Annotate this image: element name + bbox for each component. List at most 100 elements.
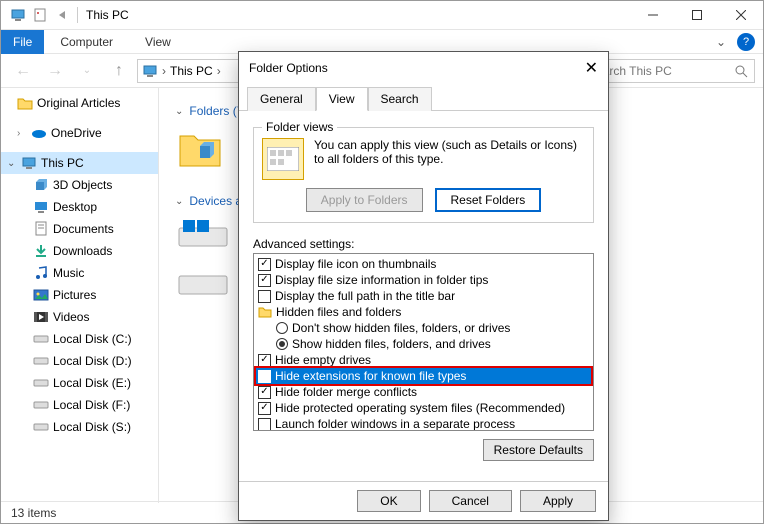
adv-hidden-files-folder[interactable]: Hidden files and folders [256, 304, 591, 320]
back-button[interactable]: ← [9, 58, 37, 84]
help-icon[interactable]: ? [737, 33, 755, 51]
adv-display-full-path[interactable]: Display the full path in the title bar [256, 288, 591, 304]
tree-3d-objects[interactable]: 3D Objects [1, 174, 158, 196]
pc-icon [142, 63, 158, 79]
checkbox-icon [258, 290, 271, 303]
checkbox-icon: ✓ [258, 258, 271, 271]
pc-icon [21, 155, 37, 171]
3d-icon [33, 177, 49, 193]
tab-search[interactable]: Search [368, 87, 432, 111]
restore-defaults-button[interactable]: Restore Defaults [483, 439, 594, 461]
tree-local-disk-f[interactable]: Local Disk (F:) [1, 394, 158, 416]
folder-tile-3d[interactable] [175, 124, 225, 172]
adv-hide-protected-os[interactable]: ✓Hide protected operating system files (… [256, 400, 591, 416]
pictures-icon [33, 287, 49, 303]
adv-hide-merge-conflicts[interactable]: ✓Hide folder merge conflicts [256, 384, 591, 400]
checkbox-icon [258, 418, 271, 431]
tree-desktop[interactable]: Desktop [1, 196, 158, 218]
qa-properties-icon[interactable] [29, 4, 51, 26]
checkbox-icon: ✓ [258, 354, 271, 367]
window-titlebar: This PC [1, 1, 763, 30]
dialog-close-button[interactable]: ✕ [585, 58, 598, 78]
adv-hide-extensions[interactable]: Hide extensions for known file types [256, 368, 591, 384]
checkbox-icon: ✓ [258, 386, 271, 399]
videos-icon [33, 309, 49, 325]
tree-local-disk-d[interactable]: Local Disk (D:) [1, 350, 158, 372]
forward-button[interactable]: → [41, 58, 69, 84]
qa-undo-icon[interactable] [51, 4, 73, 26]
view-tab[interactable]: View [129, 30, 187, 54]
drive-tile-c[interactable] [175, 216, 231, 252]
tree-local-disk-s[interactable]: Local Disk (S:) [1, 416, 158, 438]
computer-tab[interactable]: Computer [44, 30, 129, 54]
radio-icon [276, 338, 288, 350]
dialog-footer: OK Cancel Apply [239, 481, 608, 520]
tab-general[interactable]: General [247, 87, 316, 111]
tree-downloads[interactable]: Downloads [1, 240, 158, 262]
tree-onedrive[interactable]: ›OneDrive [1, 122, 158, 144]
dialog-title: Folder Options [249, 61, 328, 75]
tree-original-articles[interactable]: Original Articles [1, 92, 158, 114]
tree-pictures[interactable]: Pictures [1, 284, 158, 306]
adv-display-file-size[interactable]: ✓Display file size information in folder… [256, 272, 591, 288]
cancel-button[interactable]: Cancel [429, 490, 512, 512]
tab-view[interactable]: View [316, 87, 368, 111]
tree-documents[interactable]: Documents [1, 218, 158, 240]
chevron-down-icon: ⌄ [175, 196, 183, 207]
drive-icon [33, 419, 49, 435]
folder-views-group: Folder views You can apply this view (su… [253, 127, 594, 223]
adv-launch-separate-process[interactable]: Launch folder windows in a separate proc… [256, 416, 591, 431]
tree-videos[interactable]: Videos [1, 306, 158, 328]
history-dropdown[interactable]: ⌄ [73, 58, 101, 84]
dialog-tabs: General View Search [239, 86, 608, 111]
folder-icon [17, 95, 33, 111]
adv-display-file-icon[interactable]: ✓Display file icon on thumbnails [256, 256, 591, 272]
apply-to-folders-button[interactable]: Apply to Folders [306, 188, 423, 212]
folder-views-legend: Folder views [262, 120, 337, 134]
maximize-button[interactable] [675, 1, 719, 30]
close-button[interactable] [719, 1, 763, 30]
expand-ribbon-icon[interactable]: ⌄ [709, 35, 733, 49]
radio-icon [276, 322, 288, 334]
desktop-icon [33, 199, 49, 215]
tree-music[interactable]: Music [1, 262, 158, 284]
pc-icon [7, 4, 29, 26]
checkbox-icon: ✓ [258, 274, 271, 287]
file-tab[interactable]: File [1, 30, 44, 54]
drive-icon [33, 353, 49, 369]
dialog-titlebar: Folder Options ✕ [239, 52, 608, 84]
window-title: This PC [86, 8, 129, 22]
reset-folders-button[interactable]: Reset Folders [435, 188, 542, 212]
tree-local-disk-c[interactable]: Local Disk (C:) [1, 328, 158, 350]
breadcrumb[interactable]: This PC [170, 64, 213, 78]
ok-button[interactable]: OK [357, 490, 420, 512]
adv-dont-show-hidden[interactable]: Don't show hidden files, folders, or dri… [256, 320, 591, 336]
drive-icon [33, 331, 49, 347]
documents-icon [33, 221, 49, 237]
drive-tile-d[interactable] [175, 264, 231, 300]
folder-views-icon [262, 138, 304, 180]
minimize-button[interactable] [631, 1, 675, 30]
onedrive-icon [31, 125, 47, 141]
folder-options-dialog: Folder Options ✕ General View Search Fol… [238, 51, 609, 521]
drive-icon [33, 397, 49, 413]
folder-icon [258, 306, 272, 318]
navigation-tree: Original Articles ›OneDrive ⌄This PC 3D … [1, 88, 159, 503]
music-icon [33, 265, 49, 281]
checkbox-icon [258, 370, 271, 383]
adv-hide-empty-drives[interactable]: ✓Hide empty drives [256, 352, 591, 368]
apply-button[interactable]: Apply [520, 490, 596, 512]
checkbox-icon: ✓ [258, 402, 271, 415]
3d-folder-icon [176, 124, 224, 172]
advanced-settings-list[interactable]: ✓Display file icon on thumbnails ✓Displa… [253, 253, 594, 431]
chevron-down-icon: ⌄ [175, 106, 183, 117]
tree-local-disk-e[interactable]: Local Disk (E:) [1, 372, 158, 394]
tree-this-pc[interactable]: ⌄This PC [1, 152, 158, 174]
search-icon [734, 64, 748, 78]
downloads-icon [33, 243, 49, 259]
adv-show-hidden[interactable]: Show hidden files, folders, and drives [256, 336, 591, 352]
advanced-settings-label: Advanced settings: [253, 237, 594, 251]
item-count: 13 items [11, 506, 56, 520]
drive-icon [33, 375, 49, 391]
up-button[interactable]: ↑ [105, 58, 133, 84]
